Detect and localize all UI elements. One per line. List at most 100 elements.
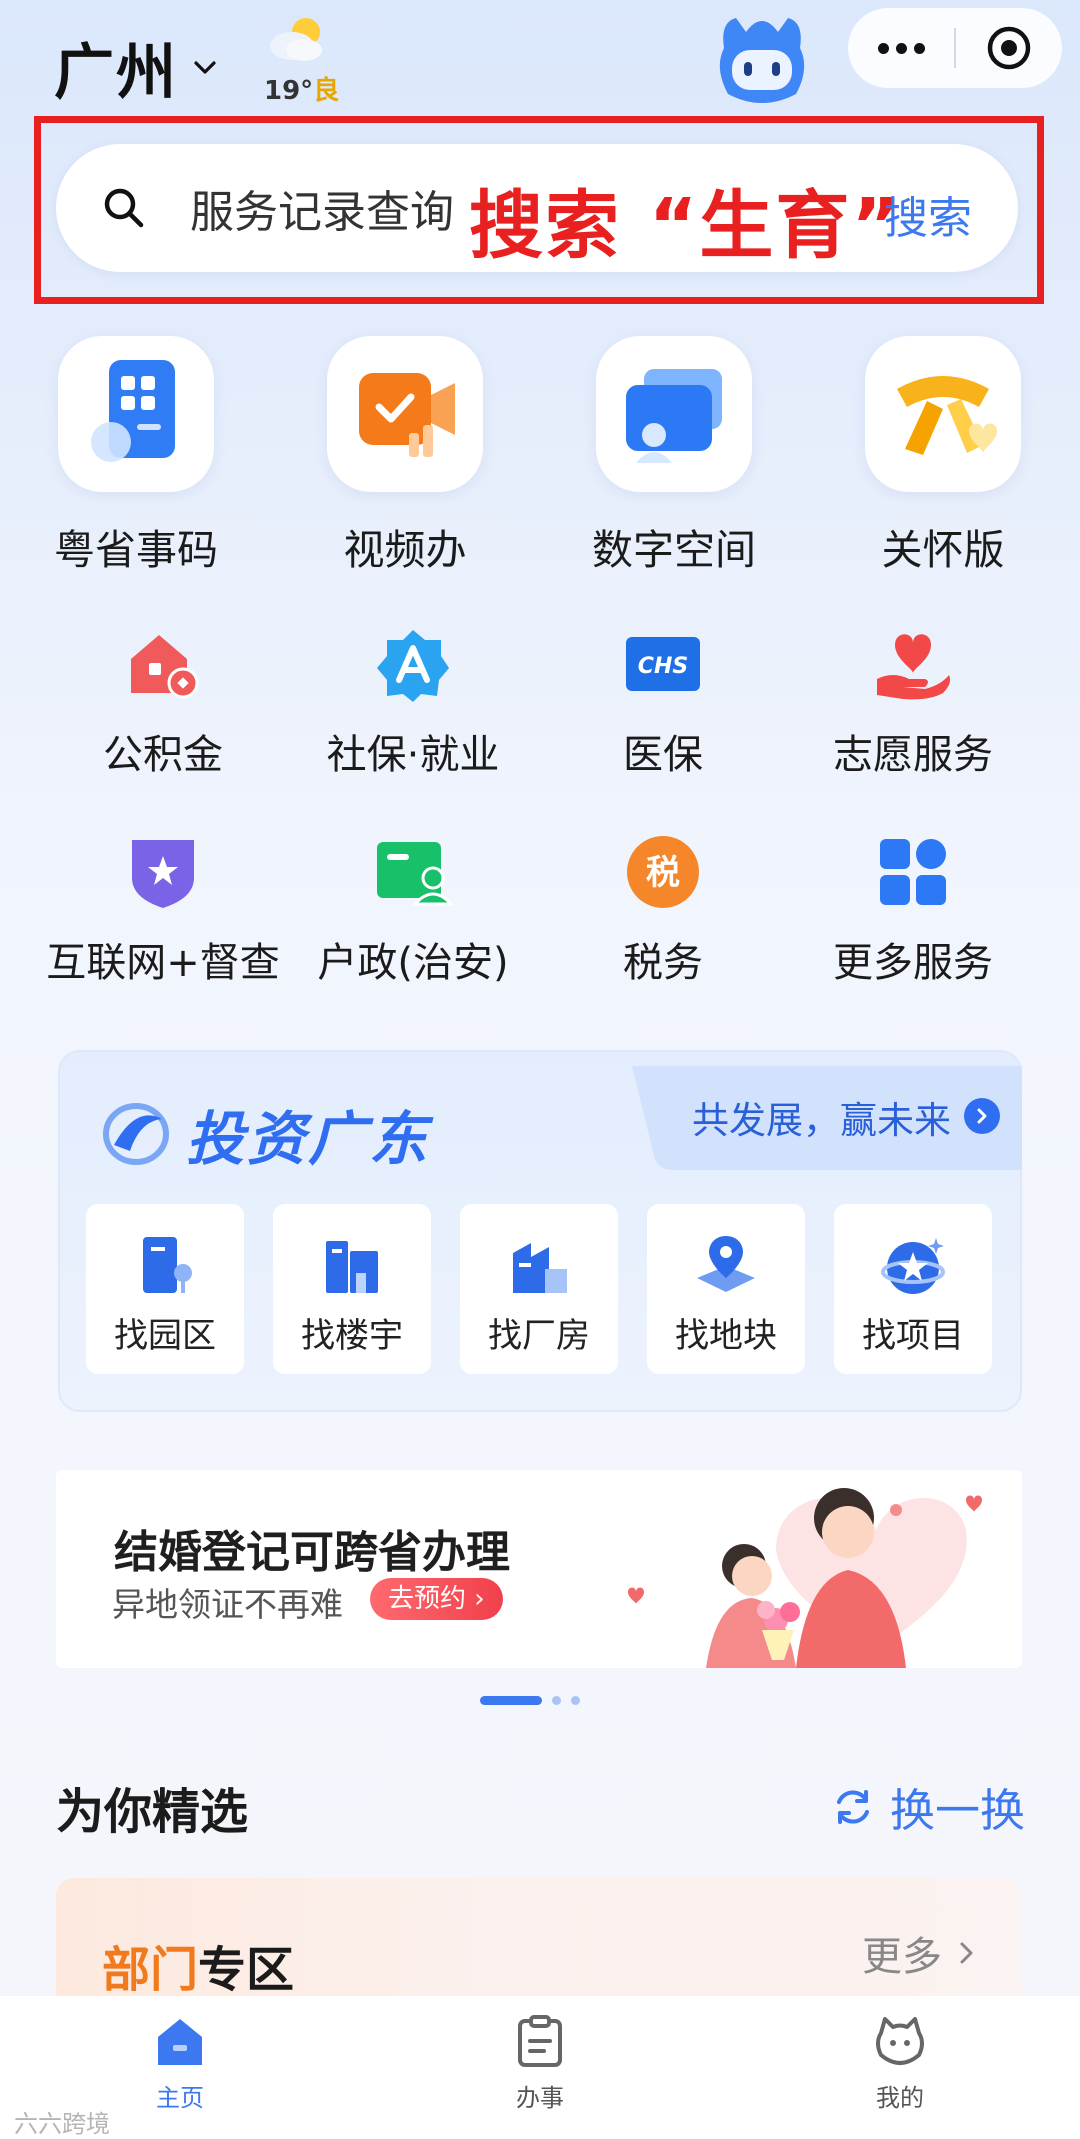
invest-guangdong-card: 投资广东 共发展，赢未来 找园区 找楼宇 找厂房 找地块 找项目: [58, 1050, 1022, 1412]
more-menu-button[interactable]: [848, 8, 954, 88]
service-label: 关怀版: [881, 526, 1005, 574]
city-name: 广州: [54, 38, 178, 108]
service-yueshengshi-code[interactable]: 粤省事码: [46, 336, 226, 576]
service-tax[interactable]: 税 税务: [538, 832, 788, 988]
page-dot-active: [480, 1696, 542, 1705]
service-label: 公积金: [103, 732, 223, 778]
refresh-icon: [837, 1789, 869, 1824]
city-selector[interactable]: 广州: [54, 24, 218, 111]
service-housing-fund[interactable]: 公积金: [38, 624, 288, 780]
service-label: 医保: [623, 732, 703, 778]
service-label: 数字空间: [592, 526, 756, 574]
invest-item-label: 找园区: [114, 1316, 216, 1356]
banner-appointment-button[interactable]: 去预约 ›: [370, 1578, 503, 1620]
mini-program-capsule: [848, 8, 1062, 88]
svg-text:税: 税: [646, 853, 680, 893]
park-building-icon: [143, 1237, 192, 1293]
invest-item-building[interactable]: 找楼宇: [273, 1204, 431, 1374]
banner-pagination: [480, 1696, 580, 1705]
search-icon: [104, 188, 144, 228]
tab-home[interactable]: 主页: [110, 2012, 250, 2113]
refresh-button[interactable]: 换一换: [832, 1774, 1025, 1839]
service-video[interactable]: 视频办: [315, 336, 495, 576]
service-label: 粤省事码: [54, 526, 218, 574]
tab-services[interactable]: 办事: [470, 2012, 610, 2113]
tab-profile[interactable]: 我的: [830, 2012, 970, 2113]
cloudy-sun-icon: [270, 18, 322, 61]
air-quality: 良: [313, 76, 340, 106]
department-more-link[interactable]: 更多: [862, 1924, 982, 1982]
svg-text:CHS: CHS: [638, 654, 688, 679]
target-circle-icon: [987, 26, 1031, 70]
service-social-security[interactable]: 社保·就业: [288, 624, 538, 780]
page-dot: [552, 1696, 561, 1705]
chevron-right-icon: [964, 1098, 1000, 1134]
video-camera-icon: [359, 373, 455, 457]
search-button[interactable]: 搜索: [884, 182, 972, 246]
invest-item-label: 找地块: [675, 1316, 777, 1356]
qr-code-icon: [91, 360, 175, 462]
close-miniprogram-button[interactable]: [956, 8, 1062, 88]
bottom-tab-bar: 主页 办事 我的: [0, 1996, 1080, 2139]
service-label: 互联网+督查: [46, 940, 280, 986]
tab-label: 我的: [876, 2084, 924, 2112]
service-volunteer[interactable]: 志愿服务: [788, 624, 1038, 780]
invest-title-text: 投资广东: [186, 1105, 431, 1173]
social-security-icon: [377, 630, 449, 702]
invest-item-park[interactable]: 找园区: [86, 1204, 244, 1374]
chs-medical-insurance-icon: CHS: [626, 637, 700, 691]
banner-subtitle: 异地领证不再难: [112, 1585, 343, 1624]
invest-tagline: 共发展，赢未来: [692, 1099, 951, 1142]
invest-tagline-link[interactable]: 共发展，赢未来: [632, 1066, 1022, 1170]
service-label: 视频办: [343, 526, 467, 574]
weather-widget[interactable]: 19°良: [262, 12, 342, 106]
land-pin-icon: [697, 1236, 755, 1292]
tab-label: 办事: [516, 2084, 564, 2112]
chevron-down-icon: [194, 60, 216, 74]
invest-item-project[interactable]: 找项目: [834, 1204, 992, 1374]
section-title: 为你精选: [56, 1784, 249, 1840]
shield-star-icon: [132, 840, 194, 908]
service-label: 社保·就业: [326, 732, 500, 778]
household-id-icon: [377, 842, 453, 906]
service-household[interactable]: 户政(治安): [288, 832, 538, 988]
home-icon: [158, 2019, 202, 2065]
banner-title: 结婚登记可跨省办理: [114, 1527, 510, 1578]
department-zone-title: 部门专区: [102, 1942, 295, 1998]
tax-icon: 税: [627, 836, 699, 908]
service-label: 志愿服务: [833, 732, 993, 778]
invest-title[interactable]: 投资广东: [100, 1092, 430, 1176]
service-medical-insurance[interactable]: CHS 医保: [538, 624, 788, 780]
digital-wallet-icon: [626, 369, 722, 463]
factory-icon: [513, 1243, 567, 1293]
banner-button-label: 去预约: [388, 1584, 467, 1614]
annotation-text: 搜索 “生育”: [469, 183, 903, 269]
page-dot: [571, 1696, 580, 1705]
scarf-heart-icon: [897, 376, 997, 455]
service-internet-supervision[interactable]: 互联网+督查: [38, 832, 288, 988]
assistant-mascot[interactable]: [706, 8, 818, 116]
hand-heart-icon: [877, 634, 951, 700]
watermark: 六六跨境: [14, 2110, 110, 2138]
service-more[interactable]: 更多服务: [788, 832, 1038, 988]
invest-item-label: 找楼宇: [301, 1316, 403, 1356]
invest-logo-icon: [103, 1103, 169, 1165]
invest-item-land[interactable]: 找地块: [647, 1204, 805, 1374]
search-placeholder: 服务记录查询: [190, 187, 454, 238]
service-digital-space[interactable]: 数字空间: [584, 336, 764, 576]
robot-mascot-icon: [719, 18, 805, 103]
profile-face-icon: [876, 2017, 924, 2065]
chevron-right-icon: [960, 1942, 973, 1964]
grid-more-icon: [880, 839, 946, 905]
housing-fund-icon: [131, 635, 199, 699]
invest-item-factory[interactable]: 找厂房: [460, 1204, 618, 1374]
service-label: 税务: [623, 940, 703, 986]
project-star-icon: [881, 1238, 945, 1294]
service-label: 户政(治安): [317, 940, 509, 986]
service-care-version[interactable]: 关怀版: [853, 336, 1033, 576]
refresh-label: 换一换: [890, 1784, 1026, 1837]
search-bar[interactable]: 服务记录查询 搜索 “生育” 搜索: [56, 144, 1018, 272]
marriage-banner[interactable]: 结婚登记可跨省办理 异地领证不再难 去预约 ›: [56, 1470, 1022, 1668]
more-label: 更多: [862, 1934, 942, 1980]
office-building-icon: [326, 1241, 378, 1293]
